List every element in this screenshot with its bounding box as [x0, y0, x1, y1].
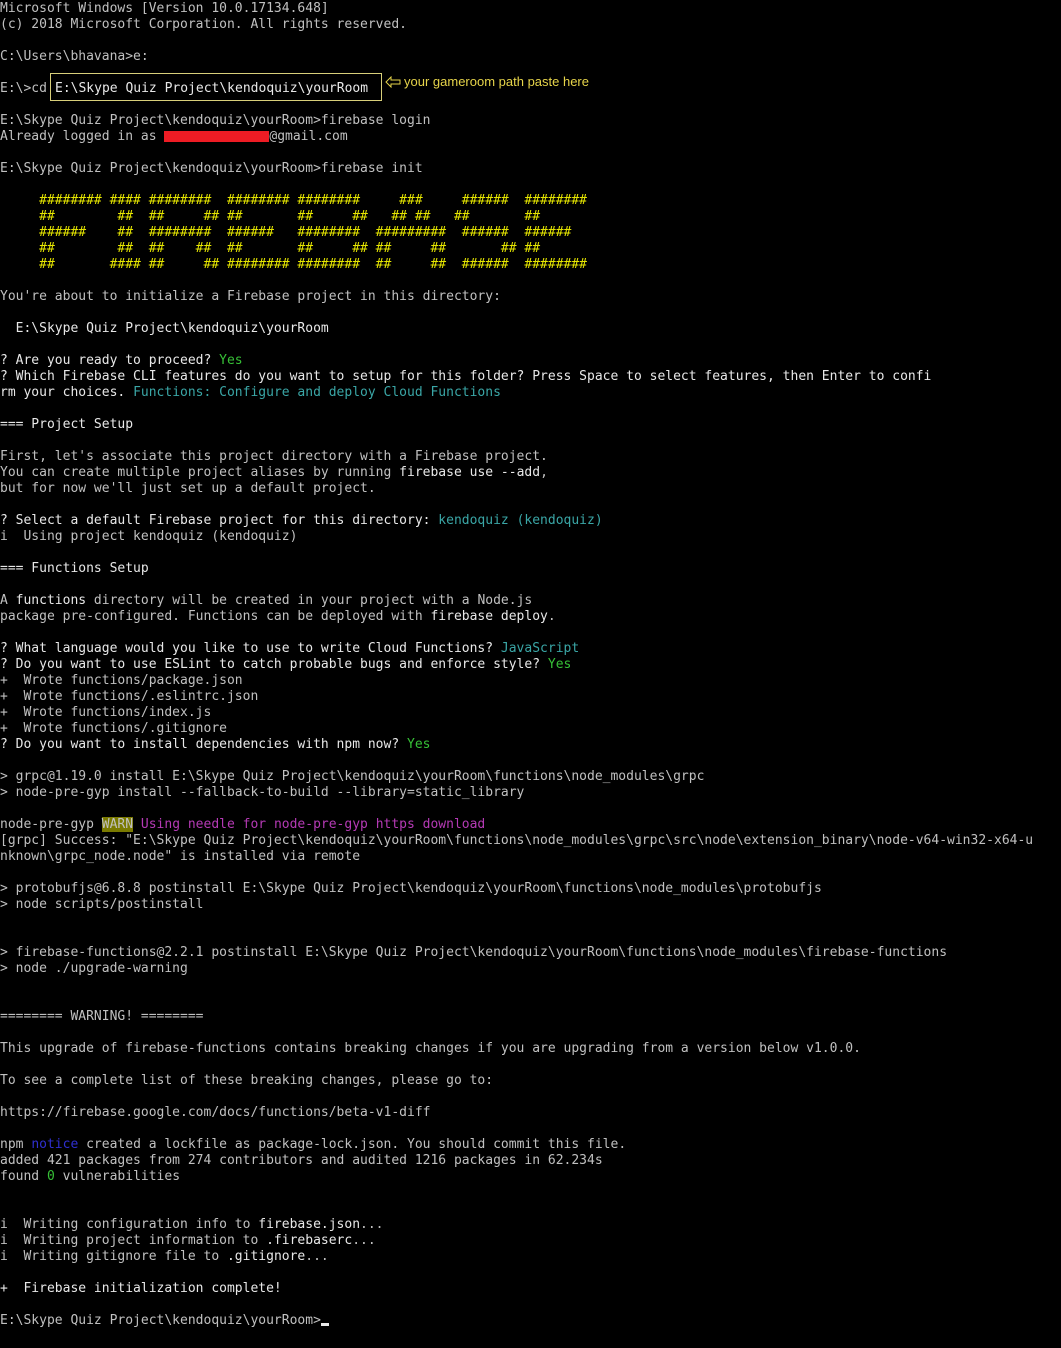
project-answer: kendoquiz (kendoquiz) [438, 513, 603, 528]
language-question: ? What language would you like to use to… [0, 641, 580, 656]
ready-answer: Yes [219, 353, 243, 368]
writing-config-line: i Writing configuration info to firebase… [0, 1217, 384, 1232]
diff-url: https://firebase.google.com/docs/functio… [0, 1105, 431, 1120]
features-question-cont: rm your choices. Functions: Configure an… [0, 385, 501, 400]
about-to-init-line: You're about to initialize a Firebase pr… [0, 289, 501, 304]
writing-gitignore-line: i Writing gitignore file to .gitignore..… [0, 1249, 329, 1264]
features-question: ? Which Firebase CLI features do you wan… [0, 369, 932, 384]
upgrade-message: This upgrade of firebase-functions conta… [0, 1041, 861, 1056]
assoc-line-2: You can create multiple project aliases … [0, 465, 548, 480]
eslint-answer: Yes [547, 657, 572, 672]
install-question: ? Do you want to install dependencies wi… [0, 737, 431, 752]
using-project-line: i Using project kendoquiz (kendoquiz) [0, 529, 298, 544]
protobuf-script-line: > node scripts/postinstall [0, 897, 204, 912]
left-arrow-icon [385, 76, 401, 88]
npm-notice-line: npm notice created a lockfile as package… [0, 1137, 627, 1152]
functions-setup-heading: === Functions Setup [0, 561, 149, 576]
banner-line: ######## #### ######## ######## ########… [0, 193, 587, 208]
copyright-line: (c) 2018 Microsoft Corporation. All righ… [0, 17, 407, 32]
warn-badge: WARN [101, 817, 134, 832]
final-prompt: E:\Skype Quiz Project\kendoquiz\yourRoom… [0, 1313, 321, 1328]
notice-tag: notice [31, 1137, 79, 1152]
upgrade-warning-script-line: > node ./upgrade-warning [0, 961, 188, 976]
wrote-line: + Wrote functions/package.json [0, 673, 243, 688]
added-packages-line: added 421 packages from 274 contributors… [0, 1153, 603, 1168]
version-line: Microsoft Windows [Version 10.0.17134.64… [0, 1, 329, 16]
vulnerabilities-line: found 0 vulnerabilities [0, 1169, 181, 1184]
init-command: E:\Skype Quiz Project\kendoquiz\yourRoom… [0, 161, 423, 176]
install-answer: Yes [407, 737, 431, 752]
eslint-question: ? Do you want to use ESLint to catch pro… [0, 657, 572, 672]
terminal-window[interactable]: Microsoft Windows [Version 10.0.17134.64… [0, 0, 1061, 1348]
project-setup-heading: === Project Setup [0, 417, 134, 432]
banner-line: ## ## ## ## ## ## ## ## ## ## ## [0, 241, 541, 256]
grpc-success-cont: nknown\grpc_node.node" is installed via … [0, 849, 361, 864]
annotation-note: your gameroom path paste here [404, 74, 589, 89]
prompt-line: C:\Users\bhavana>e: [0, 49, 149, 64]
wrote-line: + Wrote functions/.gitignore [0, 721, 227, 736]
wrote-line: + Wrote functions/.eslintrc.json [0, 689, 259, 704]
assoc-line-1: First, let's associate this project dire… [0, 449, 548, 464]
ready-question: ? Are you ready to proceed? Yes [0, 353, 243, 368]
see-list-line: To see a complete list of these breaking… [0, 1073, 494, 1088]
text-cursor [320, 1323, 329, 1326]
warning-banner: ======== WARNING! ======== [0, 1009, 204, 1024]
grpc-success-line: [grpc] Success: "E:\Skype Quiz Project\k… [0, 833, 1034, 848]
banner-line: ## ## ## ## ## ## ## ## ## ## ## [0, 209, 541, 224]
login-command: E:\Skype Quiz Project\kendoquiz\yourRoom… [0, 113, 431, 128]
features-answer: Functions: Configure and deploy Cloud Fu… [133, 385, 501, 400]
banner-line: ## #### ## ## ######## ######## ## ## ##… [0, 257, 587, 272]
grpc-install-line: > grpc@1.19.0 install E:\Skype Quiz Proj… [0, 769, 705, 784]
firebase-functions-line: > firebase-functions@2.2.1 postinstall E… [0, 945, 948, 960]
project-question: ? Select a default Firebase project for … [0, 513, 603, 528]
init-complete-line: + Firebase initialization complete! [0, 1281, 282, 1296]
vulnerability-count: 0 [46, 1169, 55, 1184]
highlighted-path-box: E:\Skype Quiz Project\kendoquiz\yourRoom [50, 73, 382, 101]
final-prompt-line[interactable]: E:\Skype Quiz Project\kendoquiz\yourRoom… [0, 1313, 329, 1329]
writing-project-line: i Writing project information to .fireba… [0, 1233, 376, 1248]
cd-prompt: E:\>cd [0, 81, 47, 96]
fn-desc-line-2: package pre-configured. Functions can be… [0, 609, 556, 624]
init-dir-line: E:\Skype Quiz Project\kendoquiz\yourRoom [0, 321, 329, 336]
banner-line: ###### ## ######## ###### ######## #####… [0, 225, 572, 240]
protobuf-line: > protobufjs@6.8.8 postinstall E:\Skype … [0, 881, 822, 896]
language-answer: JavaScript [500, 641, 580, 656]
logged-in-line: Already logged in as @gmail.com [0, 129, 348, 144]
assoc-line-3: but for now we'll just set up a default … [0, 481, 376, 496]
grpc-build-line: > node-pre-gyp install --fallback-to-bui… [0, 785, 525, 800]
node-pre-gyp-warn-line: node-pre-gyp WARN Using needle for node-… [0, 817, 486, 832]
redacted-email-mark [164, 131, 270, 142]
fn-desc-line-1: A functions directory will be created in… [0, 593, 533, 608]
wrote-line: + Wrote functions/index.js [0, 705, 212, 720]
